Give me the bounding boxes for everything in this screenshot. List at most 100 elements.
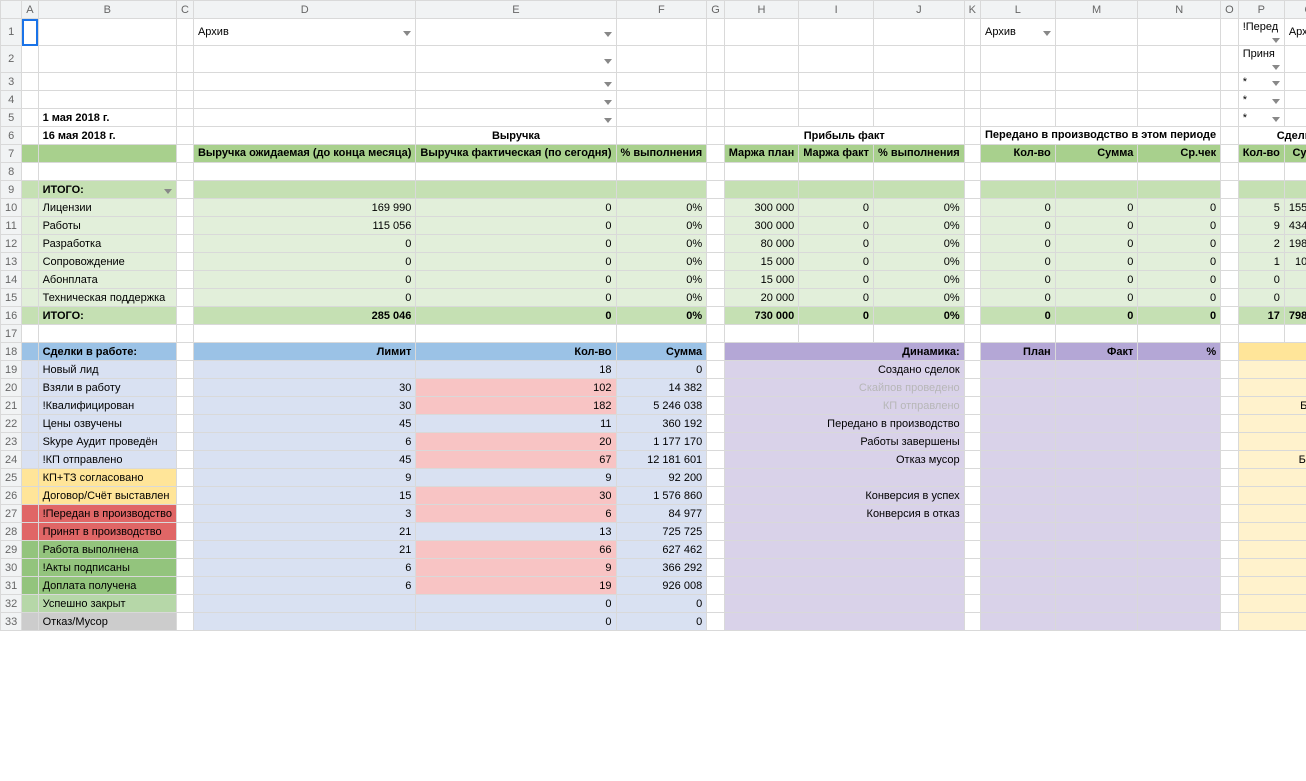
cell[interactable]: [1055, 433, 1138, 451]
cell[interactable]: 0%: [873, 271, 964, 289]
cell[interactable]: [1055, 595, 1138, 613]
dynamics-label[interactable]: Конверсия в отказ: [724, 505, 964, 523]
cell[interactable]: 15: [193, 487, 415, 505]
cell[interactable]: 1 177 170: [616, 433, 707, 451]
cell[interactable]: [1138, 397, 1221, 415]
cell[interactable]: 300 000: [724, 217, 799, 235]
cell[interactable]: [981, 613, 1056, 631]
deal-label[interactable]: Успешно закрыт: [38, 595, 176, 613]
cell[interactable]: [1055, 613, 1138, 631]
spreadsheet-grid[interactable]: A B C D E F G H I J K L M N O P Q R S T …: [0, 0, 1306, 631]
cell[interactable]: [1138, 613, 1221, 631]
cell[interactable]: [1138, 559, 1221, 577]
cell[interactable]: 360 192: [616, 415, 707, 433]
cell[interactable]: 20: [416, 433, 616, 451]
cell[interactable]: 0: [1138, 307, 1221, 325]
cell[interactable]: [1138, 415, 1221, 433]
cell[interactable]: [1138, 433, 1221, 451]
cell[interactable]: 926 008: [616, 577, 707, 595]
row-17[interactable]: 17: [1, 325, 22, 343]
revenue-label[interactable]: Абонплата: [38, 271, 176, 289]
cell[interactable]: 5: [1238, 199, 1284, 217]
cell-A1-selected[interactable]: [22, 19, 38, 46]
filter-archive[interactable]: Архив: [193, 19, 415, 46]
cell[interactable]: [1138, 469, 1221, 487]
bonus-label[interactable]: Бонус за СКАЙПЫ: [1238, 379, 1306, 397]
cell[interactable]: 725 725: [616, 523, 707, 541]
cell[interactable]: 0%: [616, 235, 707, 253]
cell[interactable]: 0: [1284, 289, 1306, 307]
cell[interactable]: [981, 415, 1056, 433]
dynamics-label[interactable]: Передано в производство: [724, 415, 964, 433]
cell[interactable]: 19: [416, 577, 616, 595]
cell[interactable]: 92 200: [616, 469, 707, 487]
bonus-label[interactable]: [1238, 487, 1306, 505]
bonus-label[interactable]: Бонус за закрытые проекты: [1238, 451, 1306, 469]
cell[interactable]: [1055, 361, 1138, 379]
itogo-label[interactable]: ИТОГО:: [38, 181, 176, 199]
cell[interactable]: 84 977: [616, 505, 707, 523]
row-26[interactable]: 26: [1, 487, 22, 505]
revenue-label[interactable]: Разработка: [38, 235, 176, 253]
cell[interactable]: 18: [416, 361, 616, 379]
cell[interactable]: 0: [1055, 199, 1138, 217]
col-A[interactable]: A: [22, 1, 38, 19]
cell[interactable]: 0: [1238, 271, 1284, 289]
row-32[interactable]: 32: [1, 595, 22, 613]
cell[interactable]: 0: [416, 217, 616, 235]
col-L[interactable]: L: [981, 1, 1056, 19]
cell[interactable]: [981, 469, 1056, 487]
cell[interactable]: [193, 361, 415, 379]
col-I[interactable]: I: [799, 1, 874, 19]
cell[interactable]: 0: [799, 235, 874, 253]
cell[interactable]: [1138, 523, 1221, 541]
cell[interactable]: 0: [1138, 235, 1221, 253]
cell[interactable]: 0: [799, 271, 874, 289]
cell[interactable]: 0: [616, 613, 707, 631]
cell[interactable]: 6: [193, 559, 415, 577]
revenue-label[interactable]: Сопровождение: [38, 253, 176, 271]
deal-label[interactable]: Договор/Счёт выставлен: [38, 487, 176, 505]
cell[interactable]: 67: [416, 451, 616, 469]
deal-label[interactable]: !Акты подписаны: [38, 559, 176, 577]
filter[interactable]: *: [1238, 73, 1284, 91]
row-9[interactable]: 9: [1, 181, 22, 199]
cell[interactable]: 0%: [616, 271, 707, 289]
cell[interactable]: 0%: [616, 307, 707, 325]
cell[interactable]: 730 000: [724, 307, 799, 325]
cell[interactable]: 300 000: [724, 199, 799, 217]
cell[interactable]: [981, 577, 1056, 595]
col-G[interactable]: G: [707, 1, 725, 19]
dynamics-label[interactable]: [724, 613, 964, 631]
date-today[interactable]: 16 мая 2018 г.: [38, 127, 176, 145]
cell[interactable]: 0: [416, 235, 616, 253]
cell[interactable]: 1: [1238, 253, 1284, 271]
cell[interactable]: 285 046: [193, 307, 415, 325]
col-D[interactable]: D: [193, 1, 415, 19]
cell[interactable]: 21: [193, 541, 415, 559]
cell[interactable]: 17: [1238, 307, 1284, 325]
cell[interactable]: [1138, 361, 1221, 379]
row-21[interactable]: 21: [1, 397, 22, 415]
cell[interactable]: 366 292: [616, 559, 707, 577]
cell[interactable]: 102: [416, 379, 616, 397]
filter[interactable]: *: [1238, 109, 1284, 127]
dynamics-label[interactable]: Скайпов проведено: [724, 379, 964, 397]
dynamics-label[interactable]: КП отправлено: [724, 397, 964, 415]
cell[interactable]: [1055, 541, 1138, 559]
row-29[interactable]: 29: [1, 541, 22, 559]
cell[interactable]: 0: [799, 307, 874, 325]
column-header-row[interactable]: A B C D E F G H I J K L M N O P Q R S T …: [1, 1, 1306, 19]
cell[interactable]: [1138, 505, 1221, 523]
bonus-label[interactable]: [1238, 433, 1306, 451]
bonus-label[interactable]: [1238, 613, 1306, 631]
filter[interactable]: Архив: [1284, 19, 1306, 46]
deal-label[interactable]: Новый лид: [38, 361, 176, 379]
cell[interactable]: 798 702: [1284, 307, 1306, 325]
deal-label[interactable]: !Передан в производство: [38, 505, 176, 523]
cell[interactable]: [981, 433, 1056, 451]
dynamics-label[interactable]: [724, 523, 964, 541]
col-B[interactable]: B: [38, 1, 176, 19]
row-1[interactable]: 1: [1, 19, 22, 46]
cell[interactable]: 12 181 601: [616, 451, 707, 469]
